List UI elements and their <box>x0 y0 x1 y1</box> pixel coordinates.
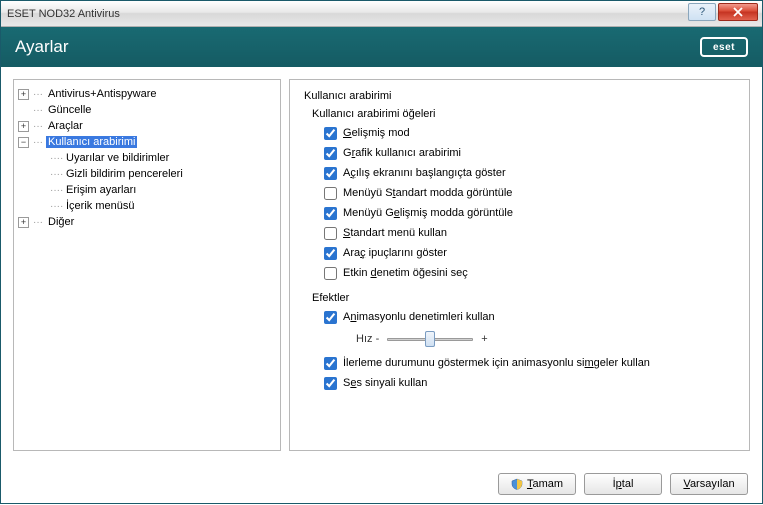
tree-item-label[interactable]: Uyarılar ve bildirimler <box>64 152 171 164</box>
eset-logo: eset <box>700 37 748 57</box>
speed-slider-row: Hız - + <box>356 330 735 348</box>
tree-connector: ··· <box>32 217 44 228</box>
slider-thumb[interactable] <box>425 331 435 347</box>
tree-item[interactable]: ····Gizli bildirim pencereleri <box>36 166 276 182</box>
ui-option-row: Grafik kullanıcı arabirimi <box>324 144 735 162</box>
group-effects-title: Efektler <box>312 292 735 304</box>
ui-option-label[interactable]: Grafik kullanıcı arabirimi <box>343 147 461 159</box>
ui-option-row: Etkin denetim öğesini seç <box>324 264 735 282</box>
effect-option-row: Ses sinyali kullan <box>324 374 735 392</box>
tree-item[interactable]: +···Antivirus+Antispyware <box>18 86 276 102</box>
tree-item-label[interactable]: Gizli bildirim pencereleri <box>64 168 185 180</box>
group-ui-elements-title: Kullanıcı arabirimi öğeleri <box>312 108 735 120</box>
group-effects: Efektler Animasyonlu denetimleri kullan … <box>312 292 735 392</box>
tree-spacer <box>36 201 47 212</box>
tree-connector: ···· <box>50 169 62 180</box>
content-pane: Kullanıcı arabirimi Kullanıcı arabirimi … <box>289 79 750 451</box>
shield-icon <box>511 478 523 490</box>
effect-option-label[interactable]: Animasyonlu denetimleri kullan <box>343 311 495 323</box>
group-ui-elements: Kullanıcı arabirimi öğeleri Gelişmiş mod… <box>312 108 735 282</box>
tree-spacer <box>36 185 47 196</box>
tree-connector: ··· <box>32 121 44 132</box>
collapse-icon[interactable]: − <box>18 137 29 148</box>
ui-option-checkbox[interactable] <box>324 167 337 180</box>
page-title: Ayarlar <box>15 37 69 57</box>
expand-icon[interactable]: + <box>18 121 29 132</box>
expand-icon[interactable]: + <box>18 217 29 228</box>
tree-item[interactable]: ····Uyarılar ve bildirimler <box>36 150 276 166</box>
ok-button[interactable]: Tamam <box>498 473 576 495</box>
ui-option-row: Araç ipuçlarını göster <box>324 244 735 262</box>
ui-option-label[interactable]: Etkin denetim öğesini seç <box>343 267 468 279</box>
tree-item[interactable]: +···Diğer <box>18 214 276 230</box>
tree-connector: ··· <box>32 89 44 100</box>
tree-connector: ··· <box>32 137 44 148</box>
effect-option-checkbox[interactable] <box>324 377 337 390</box>
tree-item-label[interactable]: Antivirus+Antispyware <box>46 88 159 100</box>
effect-option-checkbox[interactable] <box>324 357 337 370</box>
expand-icon[interactable]: + <box>18 89 29 100</box>
speed-plus: + <box>481 333 487 345</box>
tree-connector: ···· <box>50 185 62 196</box>
ui-option-checkbox[interactable] <box>324 127 337 140</box>
speed-slider[interactable] <box>387 330 473 348</box>
ui-option-label[interactable]: Menüyü Standart modda görüntüle <box>343 187 512 199</box>
speed-label: Hız - <box>356 333 379 345</box>
close-icon <box>733 7 743 17</box>
tree-spacer <box>36 169 47 180</box>
main: +···Antivirus+Antispyware···Güncelle+···… <box>1 67 762 463</box>
tree-item-label[interactable]: Kullanıcı arabirimi <box>46 136 137 148</box>
header: Ayarlar eset <box>1 27 762 67</box>
ui-option-label[interactable]: Araç ipuçlarını göster <box>343 247 447 259</box>
ui-option-row: Standart menü kullan <box>324 224 735 242</box>
ui-option-label[interactable]: Standart menü kullan <box>343 227 447 239</box>
tree-item-label[interactable]: Diğer <box>46 216 76 228</box>
tree-connector: ···· <box>50 201 62 212</box>
effect-option-checkbox[interactable] <box>324 311 337 324</box>
ui-option-label[interactable]: Menüyü Gelişmiş modda görüntüle <box>343 207 513 219</box>
titlebar: ESET NOD32 Antivirus ? <box>1 1 762 27</box>
ui-option-checkbox[interactable] <box>324 267 337 280</box>
tree-item-label[interactable]: Araçlar <box>46 120 85 132</box>
help-button[interactable]: ? <box>688 3 716 21</box>
ui-option-checkbox[interactable] <box>324 147 337 160</box>
ui-option-checkbox[interactable] <box>324 247 337 260</box>
close-button[interactable] <box>718 3 758 21</box>
tree-item[interactable]: ····Erişim ayarları <box>36 182 276 198</box>
tree-pane[interactable]: +···Antivirus+Antispyware···Güncelle+···… <box>13 79 281 451</box>
ui-option-checkbox[interactable] <box>324 227 337 240</box>
ui-option-checkbox[interactable] <box>324 187 337 200</box>
content-title: Kullanıcı arabirimi <box>304 90 735 102</box>
tree-item[interactable]: −···Kullanıcı arabirimi <box>18 134 276 150</box>
ui-option-label[interactable]: Gelişmiş mod <box>343 127 410 139</box>
tree-connector: ··· <box>32 105 44 116</box>
tree-item-label[interactable]: Güncelle <box>46 104 93 116</box>
effect-option-label[interactable]: Ses sinyali kullan <box>343 377 427 389</box>
tree-item[interactable]: ···Güncelle <box>18 102 276 118</box>
ui-option-checkbox[interactable] <box>324 207 337 220</box>
tree-item[interactable]: +···Araçlar <box>18 118 276 134</box>
footer: Tamam İptal Varsayılan <box>1 463 762 505</box>
ui-option-label[interactable]: Açılış ekranını başlangıçta göster <box>343 167 506 179</box>
window-title: ESET NOD32 Antivirus <box>7 8 120 20</box>
tree-spacer <box>18 105 29 116</box>
ui-option-row: Açılış ekranını başlangıçta göster <box>324 164 735 182</box>
ui-option-row: Gelişmiş mod <box>324 124 735 142</box>
default-button[interactable]: Varsayılan <box>670 473 748 495</box>
tree-connector: ···· <box>50 153 62 164</box>
tree-spacer <box>36 153 47 164</box>
tree-item[interactable]: ····İçerik menüsü <box>36 198 276 214</box>
ui-option-row: Menüyü Gelişmiş modda görüntüle <box>324 204 735 222</box>
ui-option-row: Menüyü Standart modda görüntüle <box>324 184 735 202</box>
effect-option-label[interactable]: İlerleme durumunu göstermek için animasy… <box>343 357 650 369</box>
effect-option-row: Animasyonlu denetimleri kullan <box>324 308 735 326</box>
window-buttons: ? <box>688 3 758 21</box>
effect-option-row: İlerleme durumunu göstermek için animasy… <box>324 354 735 372</box>
cancel-button[interactable]: İptal <box>584 473 662 495</box>
tree-item-label[interactable]: İçerik menüsü <box>64 200 136 212</box>
tree-item-label[interactable]: Erişim ayarları <box>64 184 138 196</box>
